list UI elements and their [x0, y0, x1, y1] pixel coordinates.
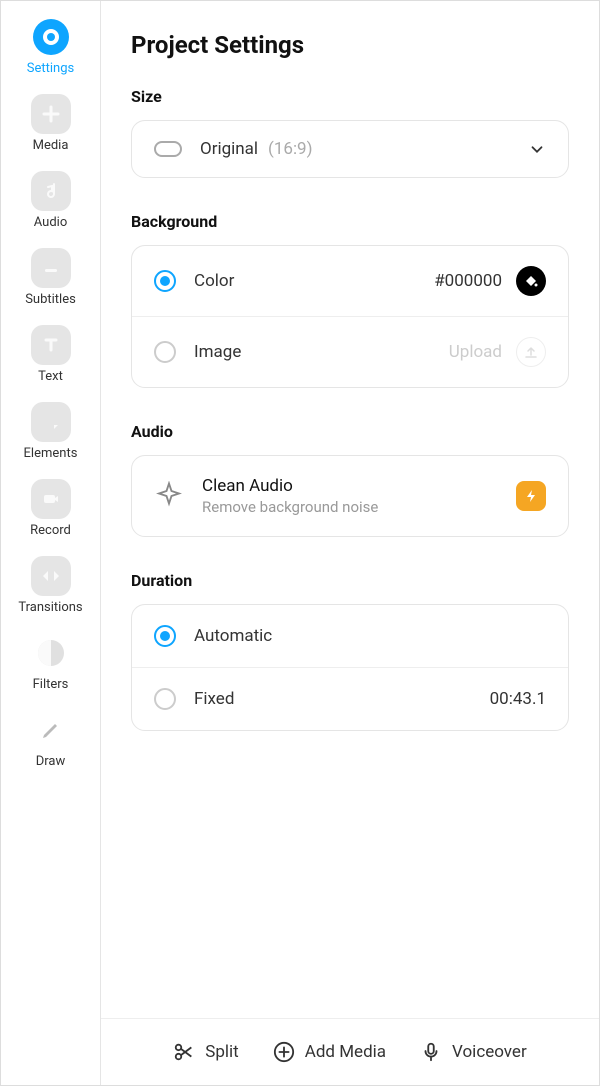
- duration-fixed-value: 00:43.1: [490, 689, 546, 709]
- sidebar-item-label: Draw: [36, 754, 66, 769]
- sparkle-icon: [154, 481, 184, 511]
- bottombar: Split Add Media Voiceover: [101, 1018, 599, 1085]
- split-button[interactable]: Split: [173, 1041, 238, 1063]
- sidebar-item-elements[interactable]: Elements: [6, 402, 96, 461]
- sidebar-item-audio[interactable]: Audio: [6, 171, 96, 230]
- section-duration-label: Duration: [131, 571, 569, 590]
- plus-icon: [31, 94, 71, 134]
- section-background: Background Color #000000: [131, 212, 569, 388]
- clean-audio-title: Clean Audio: [202, 476, 378, 496]
- radio-unselected-icon: [154, 341, 176, 363]
- duration-fixed-label: Fixed: [194, 689, 234, 709]
- sidebar-item-label: Filters: [33, 677, 69, 692]
- sidebar-item-label: Audio: [34, 215, 67, 230]
- contrast-icon: [31, 633, 71, 673]
- background-color-label: Color: [194, 271, 234, 291]
- sidebar-item-text[interactable]: Text: [6, 325, 96, 384]
- clean-audio-subtitle: Remove background noise: [202, 498, 378, 516]
- sidebar-item-transitions[interactable]: Transitions: [6, 556, 96, 615]
- radio-selected-icon: [154, 270, 176, 292]
- sidebar-item-filters[interactable]: Filters: [6, 633, 96, 692]
- paint-bucket-icon: [523, 273, 539, 289]
- size-dropdown[interactable]: Original (16:9): [131, 120, 569, 178]
- upload-icon: [523, 344, 539, 360]
- split-label: Split: [205, 1042, 238, 1062]
- section-audio-label: Audio: [131, 422, 569, 441]
- premium-badge: [516, 481, 546, 511]
- background-options: Color #000000 Image Upload: [131, 245, 569, 388]
- duration-options: Automatic Fixed 00:43.1: [131, 604, 569, 731]
- sidebar-item-label: Text: [38, 369, 63, 384]
- section-audio: Audio Clean Audio Remove background nois…: [131, 422, 569, 537]
- microphone-icon: [420, 1041, 442, 1063]
- clean-audio-option[interactable]: Clean Audio Remove background noise: [132, 456, 568, 536]
- add-media-button[interactable]: Add Media: [273, 1041, 386, 1063]
- subtitles-icon: [31, 248, 71, 288]
- section-background-label: Background: [131, 212, 569, 231]
- section-duration: Duration Automatic Fixed 00:43.1: [131, 571, 569, 731]
- radio-selected-icon: [154, 625, 176, 647]
- pencil-icon: [31, 710, 71, 750]
- music-note-icon: [31, 171, 71, 211]
- duration-automatic-option[interactable]: Automatic: [132, 605, 568, 668]
- size-value: Original: [200, 139, 258, 159]
- add-media-label: Add Media: [305, 1042, 386, 1062]
- plus-circle-icon: [273, 1041, 295, 1063]
- main-panel: Project Settings Size Original (16:9) Ba…: [101, 1, 599, 1085]
- background-color-value: #000000: [434, 271, 502, 291]
- sidebar-item-label: Subtitles: [25, 292, 76, 307]
- background-color-option[interactable]: Color #000000: [132, 246, 568, 317]
- content-scroll: Project Settings Size Original (16:9) Ba…: [101, 1, 599, 1018]
- upload-button[interactable]: [516, 337, 546, 367]
- sidebar-item-label: Media: [33, 138, 69, 153]
- transitions-icon: [31, 556, 71, 596]
- camera-icon: [31, 479, 71, 519]
- sidebar-item-subtitles[interactable]: Subtitles: [6, 248, 96, 307]
- voiceover-button[interactable]: Voiceover: [420, 1041, 527, 1063]
- sidebar-item-label: Transitions: [18, 600, 82, 615]
- section-size: Size Original (16:9): [131, 87, 569, 178]
- sidebar-item-label: Settings: [27, 61, 74, 76]
- section-size-label: Size: [131, 87, 569, 106]
- background-image-option[interactable]: Image Upload: [132, 317, 568, 387]
- background-image-label: Image: [194, 342, 241, 362]
- audio-options: Clean Audio Remove background noise: [131, 455, 569, 537]
- duration-fixed-option[interactable]: Fixed 00:43.1: [132, 668, 568, 730]
- background-image-action-label: Upload: [449, 342, 502, 362]
- duration-automatic-label: Automatic: [194, 626, 272, 646]
- sidebar-item-label: Elements: [24, 446, 78, 461]
- aspect-ratio-icon: [154, 141, 182, 157]
- sidebar-item-label: Record: [30, 523, 71, 538]
- sticker-icon: [31, 402, 71, 442]
- sidebar-item-record[interactable]: Record: [6, 479, 96, 538]
- chevron-down-icon: [528, 140, 546, 158]
- settings-icon: [31, 17, 71, 57]
- size-ratio: (16:9): [268, 139, 313, 159]
- radio-unselected-icon: [154, 688, 176, 710]
- bolt-icon: [524, 489, 538, 503]
- scissors-icon: [173, 1041, 195, 1063]
- sidebar-item-draw[interactable]: Draw: [6, 710, 96, 769]
- sidebar-item-media[interactable]: Media: [6, 94, 96, 153]
- sidebar-item-settings[interactable]: Settings: [6, 17, 96, 76]
- page-title: Project Settings: [131, 31, 569, 59]
- sidebar: Settings Media Audio Subtitles Text Elem…: [1, 1, 101, 1085]
- text-icon: [31, 325, 71, 365]
- voiceover-label: Voiceover: [452, 1042, 527, 1062]
- color-swatch-button[interactable]: [516, 266, 546, 296]
